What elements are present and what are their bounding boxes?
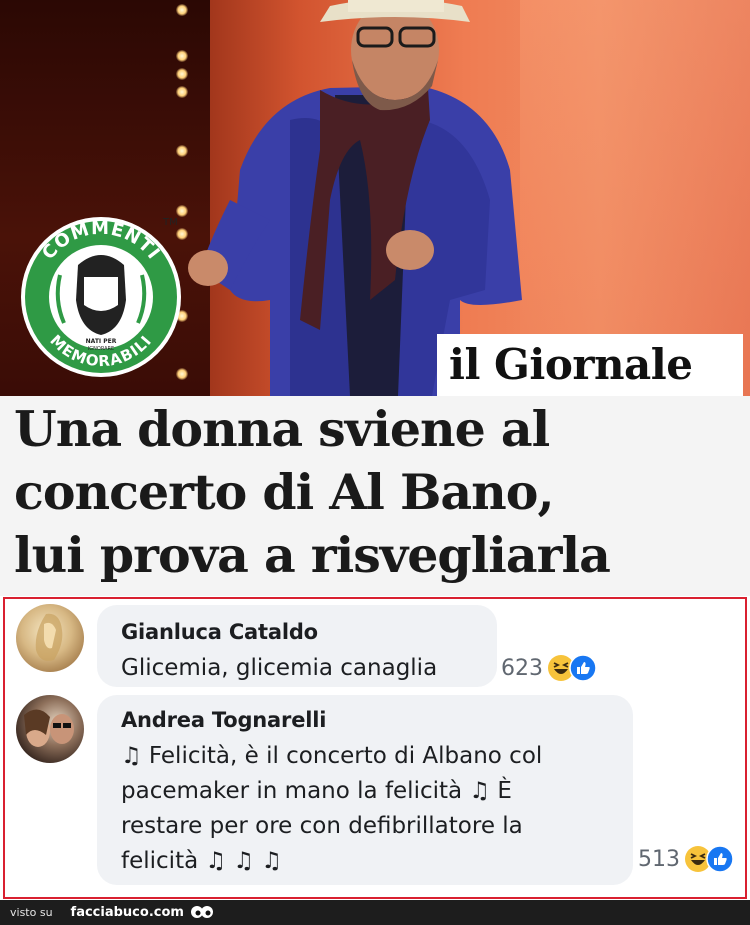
- article-headline-area: Una donna sviene al concerto di Al Bano,…: [0, 396, 750, 596]
- like-icon: [569, 654, 597, 682]
- visto-su-label: visto su: [10, 906, 53, 919]
- comment-text: Glicemia, glicemia canaglia: [121, 655, 438, 681]
- article-headline[interactable]: Una donna sviene al concerto di Al Bano,…: [14, 398, 744, 587]
- comment-text-line: ♫ Felicità, è il concerto di Albano col: [121, 743, 543, 769]
- comment-author[interactable]: Andrea Tognarelli: [121, 708, 326, 732]
- comment-text-line: restare per ore con defibrillatore la: [121, 813, 523, 839]
- headline-line: lui prova a risvegliarla: [14, 526, 611, 584]
- avatar-image: [35, 613, 63, 661]
- avatar-image: [24, 709, 74, 747]
- headline-line: Una donna sviene al: [14, 400, 550, 458]
- hero-photo: COMMENTI MEMORABILI NATI PER IGNORARE TM…: [0, 0, 750, 396]
- comment-text-line: pacemaker in mano la felicità ♫ È: [121, 778, 512, 804]
- comment-bubble: Andrea Tognarelli ♫ Felicità, è il conce…: [97, 695, 633, 885]
- site-link[interactable]: facciabuco.com: [71, 905, 184, 920]
- commenti-memorabili-logo: COMMENTI MEMORABILI NATI PER IGNORARE TM: [21, 217, 181, 377]
- logo-trademark: TM: [162, 217, 178, 228]
- eyes-icon: [190, 905, 213, 918]
- logo-small-text-1: NATI PER: [86, 338, 117, 345]
- reaction-count: 513: [638, 846, 680, 872]
- comment-bubble: Gianluca Cataldo Glicemia, glicemia cana…: [97, 605, 497, 687]
- headline-line: concerto di Al Bano,: [14, 463, 555, 521]
- reaction-summary[interactable]: 623: [501, 651, 597, 685]
- avatar[interactable]: [16, 695, 84, 763]
- comment-text: ♫ Felicità, è il concerto di Albano col …: [121, 739, 621, 879]
- logo-small-text-2: IGNORARE: [88, 346, 114, 352]
- watermark-footer: visto su facciabuco.com: [0, 900, 750, 925]
- reaction-summary[interactable]: 513: [638, 842, 734, 876]
- avatar[interactable]: [16, 604, 84, 672]
- comments-highlight-box: Gianluca Cataldo Glicemia, glicemia cana…: [3, 597, 747, 899]
- newspaper-brand-label: il Giornale: [437, 334, 743, 396]
- comment-text-line: felicità ♫ ♫ ♫: [121, 848, 282, 874]
- like-icon: [706, 845, 734, 873]
- comment-author[interactable]: Gianluca Cataldo: [121, 620, 318, 644]
- reaction-count: 623: [501, 655, 543, 681]
